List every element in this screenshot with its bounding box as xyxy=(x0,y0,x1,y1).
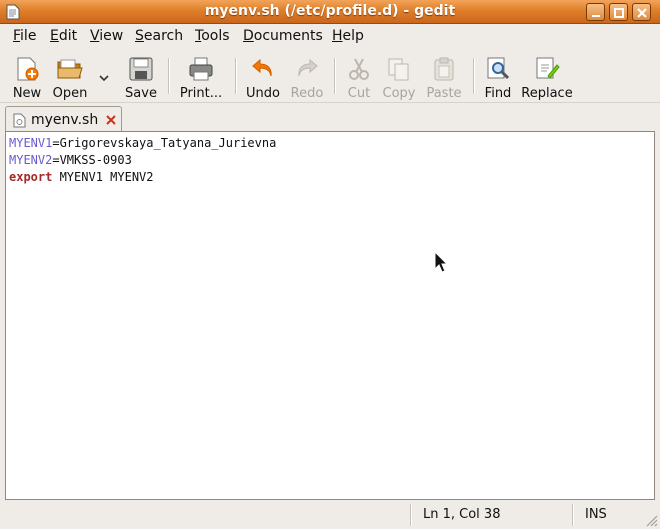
paste-button[interactable]: Paste xyxy=(423,54,465,101)
printer-icon xyxy=(189,57,213,81)
status-separator xyxy=(410,504,412,526)
variable-name: MYENV2 xyxy=(9,153,53,167)
menu-documents[interactable]: Documents xyxy=(243,28,323,44)
save-button[interactable]: Save xyxy=(121,54,161,101)
menu-edit[interactable]: Edit xyxy=(50,28,77,44)
folder-open-icon xyxy=(57,59,83,79)
cut-button[interactable]: Cut xyxy=(342,54,376,101)
variable-value: =VMKSS-0903 xyxy=(52,153,132,167)
window-title: myenv.sh (/etc/profile.d) - gedit xyxy=(204,3,456,19)
find-button[interactable]: Find xyxy=(481,54,515,101)
copy-icon xyxy=(388,58,409,81)
find-replace-icon xyxy=(536,57,560,79)
scissors-icon xyxy=(349,58,369,80)
menu-tools[interactable]: Tools xyxy=(195,28,230,44)
text-cursor-icon xyxy=(434,251,448,273)
status-bar: Ln 1, Col 38 INS xyxy=(0,502,660,529)
text-file-icon xyxy=(13,113,26,128)
toolbar: New Open Save Print... Undo Redo Cut Cop… xyxy=(0,50,660,103)
replace-button[interactable]: Replace xyxy=(520,54,574,101)
copy-button[interactable]: Copy xyxy=(380,54,418,101)
export-arguments: MYENV1 MYENV2 xyxy=(52,170,154,184)
tab-myenv-sh[interactable]: myenv.sh xyxy=(5,106,122,134)
toolbar-separator xyxy=(235,58,237,94)
variable-name: MYENV1 xyxy=(9,136,53,150)
status-separator xyxy=(572,504,574,526)
variable-value: =Grigorevskaya_Tatyana_Jurievna xyxy=(52,136,277,150)
new-button[interactable]: New xyxy=(6,54,48,101)
close-window-button[interactable] xyxy=(632,3,651,21)
redo-button[interactable]: Redo xyxy=(287,54,327,101)
new-document-icon xyxy=(17,57,39,81)
menu-bar: File Edit View Search Tools Documents He… xyxy=(0,25,660,48)
toolbar-separator xyxy=(168,58,170,94)
minimize-button[interactable] xyxy=(586,3,605,21)
redo-icon xyxy=(298,58,318,77)
insert-mode: INS xyxy=(585,507,607,522)
undo-button[interactable]: Undo xyxy=(243,54,283,101)
maximize-button[interactable] xyxy=(609,3,628,21)
open-button[interactable]: Open xyxy=(50,54,90,101)
toolbar-separator xyxy=(334,58,336,94)
menu-search[interactable]: Search xyxy=(135,28,183,44)
minimize-icon xyxy=(592,15,600,17)
print-button[interactable]: Print... xyxy=(176,54,226,101)
menu-file[interactable]: File xyxy=(13,28,36,44)
document-tabs: myenv.sh xyxy=(0,104,660,134)
close-tab-icon[interactable] xyxy=(105,114,117,126)
export-keyword: export xyxy=(9,170,53,184)
title-bar: myenv.sh (/etc/profile.d) - gedit xyxy=(0,0,660,24)
cursor-position: Ln 1, Col 38 xyxy=(423,507,501,522)
menu-help[interactable]: Help xyxy=(332,28,364,44)
chevron-down-icon xyxy=(99,75,109,82)
clipboard-icon xyxy=(434,57,454,81)
find-icon xyxy=(487,57,510,80)
maximize-icon xyxy=(614,8,624,18)
resize-grip-icon[interactable] xyxy=(644,513,658,527)
text-editor[interactable]: MYENV1=Grigorevskaya_Tatyana_Jurievna MY… xyxy=(5,131,655,500)
code-content: MYENV1=Grigorevskaya_Tatyana_Jurievna MY… xyxy=(9,135,276,186)
open-recent-dropdown[interactable] xyxy=(94,54,114,100)
close-icon xyxy=(637,8,647,18)
toolbar-separator xyxy=(473,58,475,94)
undo-icon xyxy=(252,58,272,77)
menu-view[interactable]: View xyxy=(90,28,123,44)
floppy-disk-icon xyxy=(129,57,153,81)
